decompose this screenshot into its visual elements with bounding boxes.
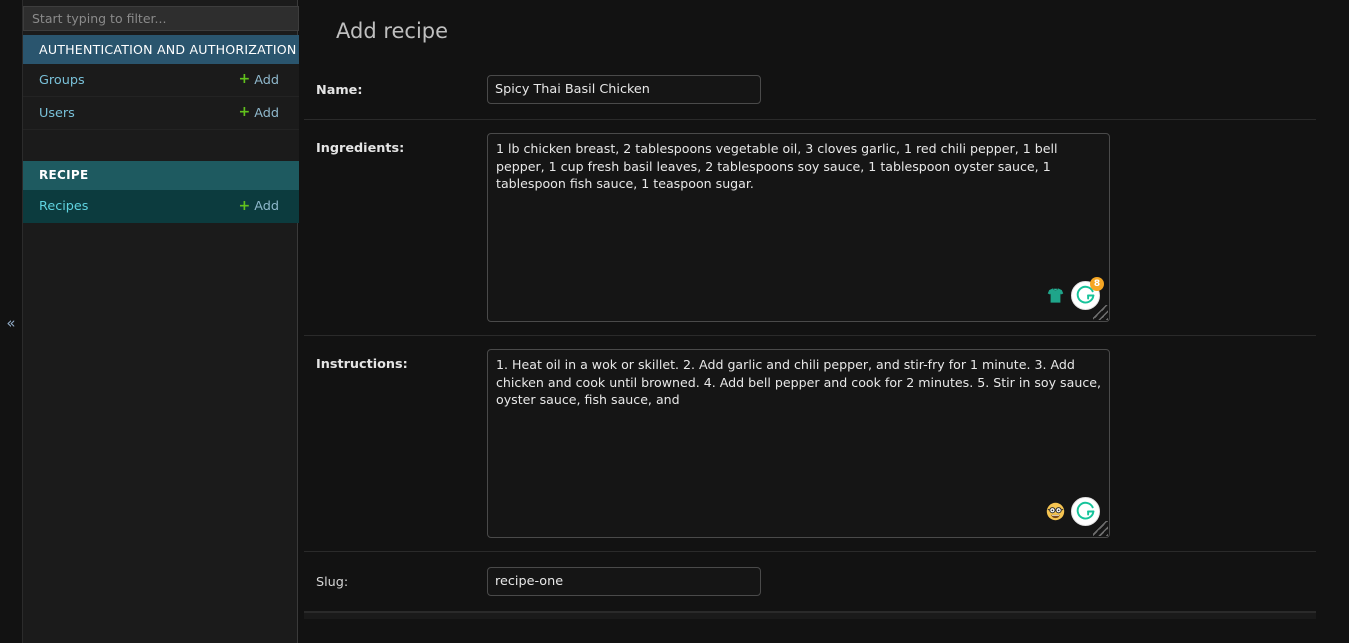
sidebar-item-recipes[interactable]: Recipes + Add <box>23 190 299 223</box>
sidebar-add-groups-button[interactable]: + Add <box>238 71 279 88</box>
sidebar-app-group: AUTHENTICATION AND AUTHORIZATION Groups + A… <box>23 35 299 130</box>
sidebar-app-list: AUTHENTICATION AND AUTHORIZATION Groups + A… <box>23 35 299 223</box>
field-label: Ingredients: <box>316 141 405 156</box>
sidebar-item-label[interactable]: Users <box>39 106 75 121</box>
instructions-textarea[interactable] <box>487 349 1110 538</box>
textarea-wrapper <box>487 349 1110 538</box>
sidebar-item-users[interactable]: Users + Add <box>23 97 299 130</box>
sidebar-collapse-icon[interactable]: « <box>0 310 22 336</box>
grammarly-icon[interactable]: 8 <box>1071 277 1104 310</box>
form-row-name: Name: <box>304 60 1316 120</box>
sidebar-app-header[interactable]: AUTHENTICATION AND AUTHORIZATION <box>23 35 299 64</box>
main-content: Add recipe Name: Ingredients: 8 Instruction… <box>299 0 1349 643</box>
page-title: Add recipe <box>336 19 449 43</box>
plus-icon: + <box>238 71 251 87</box>
plus-icon: + <box>238 104 251 120</box>
ingredients-textarea[interactable] <box>487 133 1110 322</box>
field-label: Name: <box>316 83 363 98</box>
next-form-row-partial <box>304 612 1316 619</box>
sidebar-filter-input[interactable] <box>23 6 299 31</box>
editor-assist-icons <box>1046 497 1100 526</box>
sidebar-add-recipes-button[interactable]: + Add <box>238 197 279 215</box>
tshirt-icon[interactable] <box>1046 286 1065 305</box>
editor-assist-icons: 8 <box>1046 277 1104 310</box>
recipe-form: Name: Ingredients: 8 Instructions: Slug: <box>299 60 1349 619</box>
slug-input[interactable] <box>487 567 761 596</box>
field-label: Instructions: <box>316 357 408 372</box>
sidebar-item-label[interactable]: Recipes <box>39 199 88 214</box>
grammarly-suggestion-badge: 8 <box>1090 277 1104 291</box>
sidebar-app-group: RECIPE Recipes + Add <box>23 161 299 223</box>
sidebar-add-users-button[interactable]: + Add <box>238 104 279 121</box>
add-label: Add <box>254 199 279 214</box>
form-row-ingredients: Ingredients: 8 <box>304 120 1316 336</box>
field-label: Slug: <box>316 575 349 590</box>
chevron-double-left-icon: « <box>6 314 16 332</box>
textarea-wrapper: 8 <box>487 133 1110 322</box>
sidebar-item-label[interactable]: Groups <box>39 73 85 88</box>
sidebar-group-gap <box>23 130 299 161</box>
add-label: Add <box>254 105 279 121</box>
sidebar-filter-wrap <box>23 6 299 31</box>
grammarly-icon[interactable] <box>1071 497 1100 526</box>
sidebar-rail: « <box>0 0 22 643</box>
form-row-slug: Slug: <box>304 552 1316 612</box>
name-input[interactable] <box>487 75 761 104</box>
add-label: Add <box>254 72 279 88</box>
plus-icon: + <box>238 197 251 214</box>
grammarly-logo <box>1071 497 1100 526</box>
sidebar-app-header[interactable]: RECIPE <box>23 161 299 190</box>
form-row-instructions: Instructions: <box>304 336 1316 552</box>
nerd-face-icon[interactable] <box>1046 502 1065 521</box>
sidebar: AUTHENTICATION AND AUTHORIZATIONGroups+A… <box>22 0 299 643</box>
sidebar-item-groups[interactable]: Groups + Add <box>23 64 299 97</box>
